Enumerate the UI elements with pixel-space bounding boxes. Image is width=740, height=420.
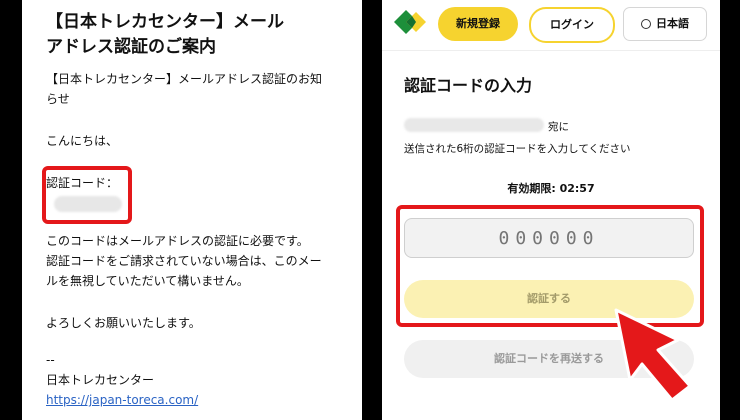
language-label: 日本語 [656,17,689,30]
email-notice-line: このコードはメールアドレスの認証に必要です。 [46,234,309,248]
email-notice-line: ルを無視していただいて構いません。 [46,274,249,288]
expiry-timer: 有効期限: 02:57 [507,182,595,195]
email-subject-line2: アドレス認証のご案内 [46,37,216,57]
email-closing: よろしくお願いいたします。 [46,316,201,330]
login-button[interactable]: ログイン [529,7,615,43]
globe-icon [641,19,651,29]
email-notice-line: 認証コードをご請求されていない場合は、このメー [46,254,322,268]
email-signature: 日本トレカセンター [46,373,155,387]
site-logo-icon[interactable] [392,8,428,36]
email-separator: -- [46,353,55,367]
recipient-suffix: 宛に [548,121,569,133]
email-subject-line1: 【日本トレカセンター】メール [46,12,284,32]
language-selector[interactable]: 日本語 [623,7,707,41]
email-subject: 【日本トレカセンター】メール アドレス認証のご案内 [46,10,346,60]
page-title: 認証コードの入力 [404,76,533,95]
recipient-email-redacted [404,118,544,132]
email-greeting: こんにちは、 [46,134,119,148]
email-body-line: らせ [46,92,70,106]
instruction-text: 送信された6桁の認証コードを入力してください [404,143,631,155]
email-body-line: 【日本トレカセンター】メールアドレス認証のお知 [46,72,323,86]
site-header: 新規登録 ログイン 日本語 [382,0,720,51]
pointer-arrow-icon [614,308,692,402]
highlight-box-code [42,166,132,224]
register-button[interactable]: 新規登録 [438,7,518,41]
email-panel: 【日本トレカセンター】メール アドレス認証のご案内 【日本トレカセンター】メール… [22,0,362,420]
website-link[interactable]: https://japan-toreca.com/ [46,390,198,411]
